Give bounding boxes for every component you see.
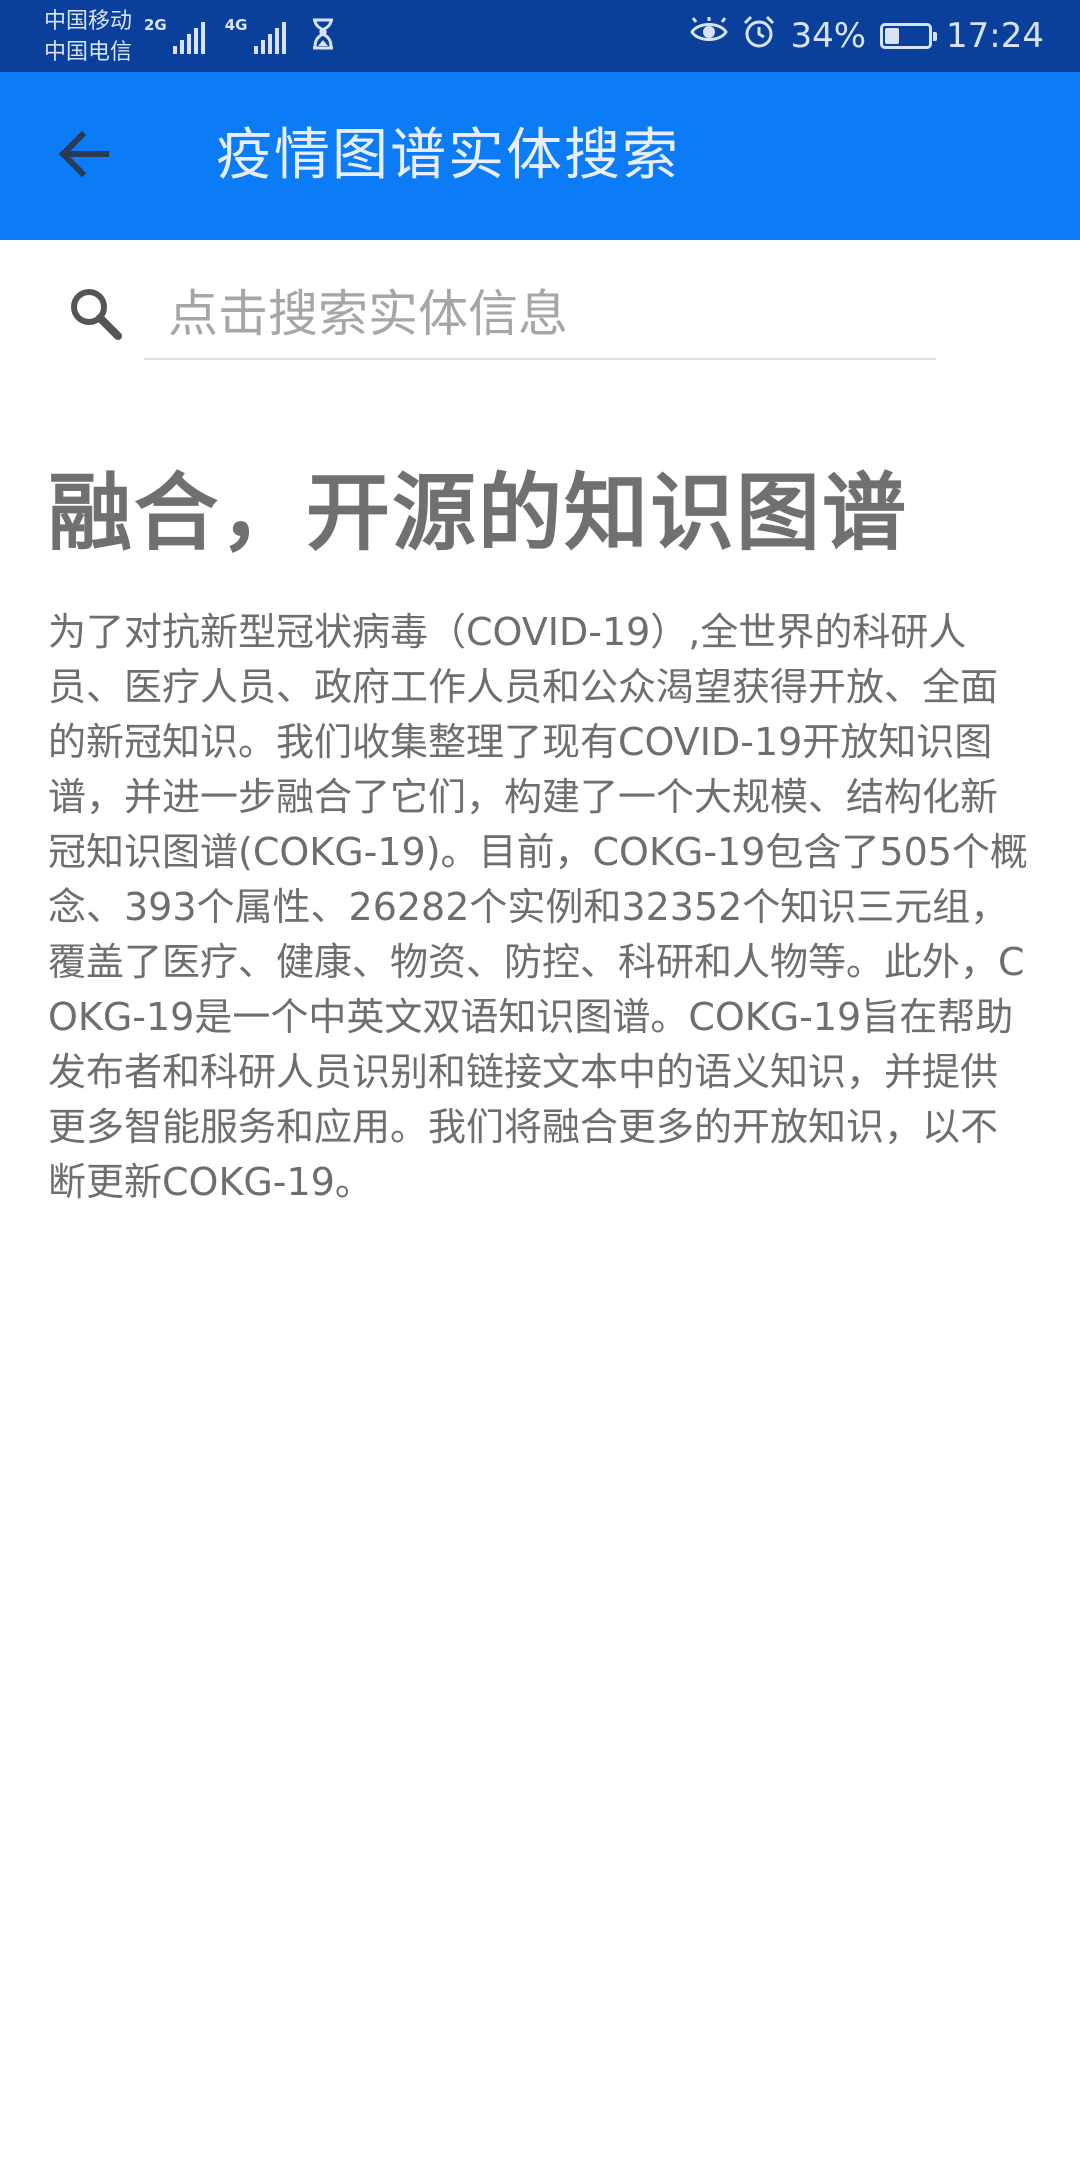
status-right-group: 34% 17:24: [690, 0, 1044, 72]
battery-percent: 34%: [790, 16, 867, 56]
battery-level-fill: [885, 28, 900, 44]
carrier-1-label: 中国移动: [44, 9, 133, 34]
hourglass-icon: [310, 18, 336, 54]
back-button[interactable]: [44, 116, 124, 196]
alarm-icon: [742, 15, 776, 58]
carrier-info: 中国移动 中国电信: [44, 6, 132, 68]
app-bar: 疫情图谱实体搜索: [0, 72, 1080, 240]
search-input[interactable]: [144, 270, 936, 360]
battery-icon: [880, 23, 938, 49]
search-bar: [0, 240, 1080, 384]
eye-icon: [690, 16, 729, 56]
headline: 融合，开源的知识图谱: [48, 464, 909, 562]
signal-icon: [253, 20, 286, 54]
intro-paragraph: 为了对抗新型冠状病毒（COVID-19）,全世界的科研人员、医疗人员、政府工作人…: [48, 610, 1028, 1204]
carrier-2-label: 中国电信: [44, 40, 133, 65]
signal-indicators: 2G 4G: [144, 14, 336, 54]
signal-icon: [172, 20, 205, 54]
network-1-label: 2G: [144, 16, 167, 34]
status-time: 17:24: [946, 16, 1044, 56]
page-title: 疫情图谱实体搜索: [216, 123, 680, 188]
network-2-label: 4G: [224, 16, 248, 34]
status-bar: 中国移动 中国电信 2G 4G 34% 17:24: [0, 0, 1080, 72]
search-icon[interactable]: [66, 284, 126, 344]
arrow-left-icon: [58, 130, 110, 182]
